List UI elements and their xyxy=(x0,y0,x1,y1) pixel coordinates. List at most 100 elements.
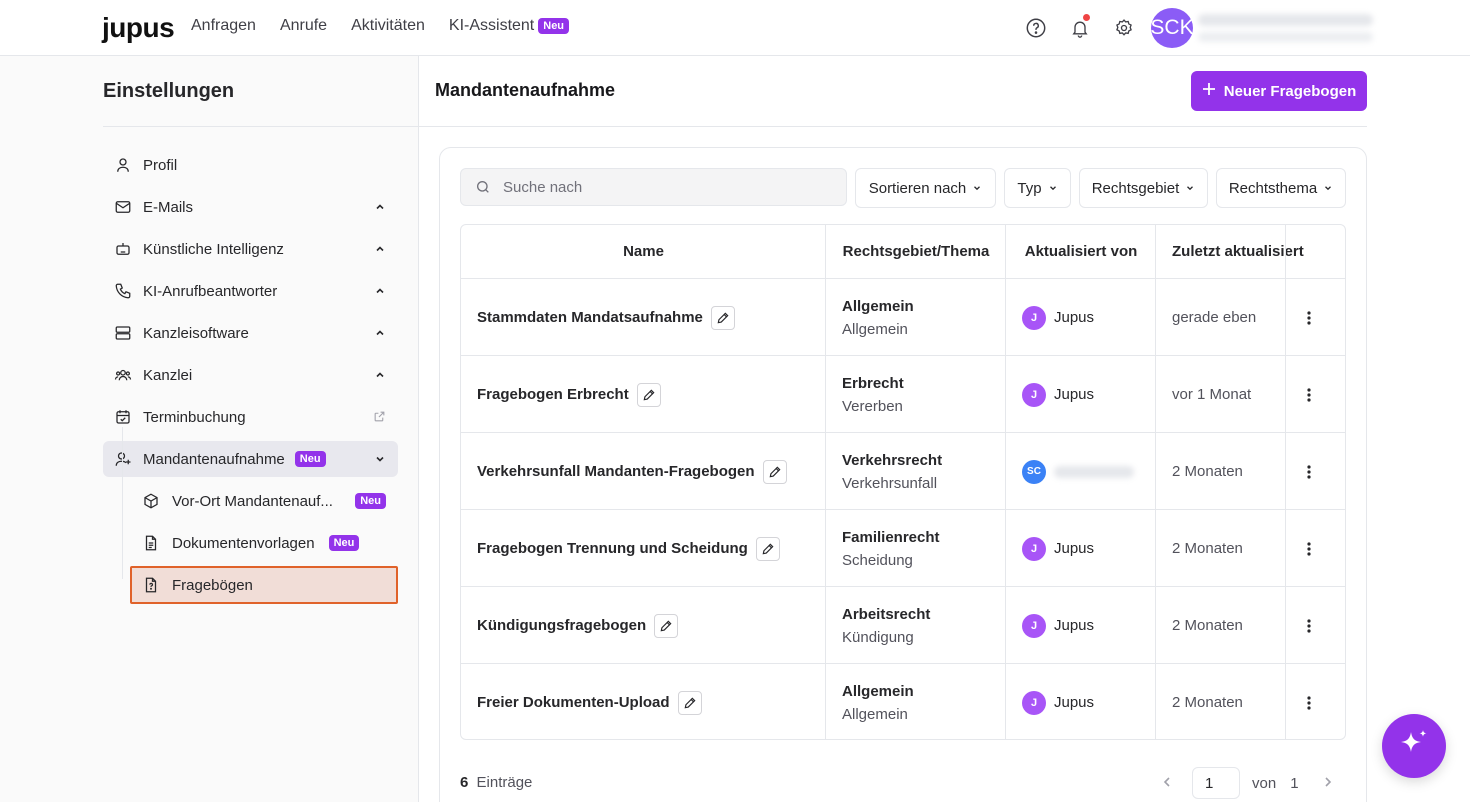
app-logo[interactable]: jupus xyxy=(102,12,175,44)
submenu-guide-line xyxy=(122,427,123,579)
table-row[interactable]: Kündigungsfragebogen Arbeitsrecht Kündig… xyxy=(461,587,1345,664)
sidebar-item-ki-anrufbeantworter[interactable]: KI-Anrufbeantworter xyxy=(103,273,398,309)
legal-topic-dropdown[interactable]: Rechtsthema xyxy=(1216,168,1346,208)
search-field[interactable] xyxy=(460,168,847,206)
sidebar-item-terminbuchung[interactable]: Terminbuchung xyxy=(103,399,398,435)
more-icon[interactable] xyxy=(1307,433,1311,510)
updated-time: 2 Monaten xyxy=(1172,617,1243,634)
sidebar-item-label: Kanzleisoftware xyxy=(143,324,249,342)
search-input[interactable] xyxy=(503,178,823,196)
updated-cell: 2 Monaten xyxy=(1172,664,1243,739)
chevron-left-icon[interactable] xyxy=(1162,775,1172,792)
bell-icon[interactable] xyxy=(1068,14,1092,40)
chevron-up-icon[interactable] xyxy=(374,326,386,343)
new-questionnaire-label: Neuer Fragebogen xyxy=(1223,82,1357,100)
new-badge: Neu xyxy=(294,451,326,467)
more-icon[interactable] xyxy=(1307,279,1311,356)
updated-cell: 2 Monaten xyxy=(1172,587,1243,664)
chevron-up-icon[interactable] xyxy=(374,368,386,385)
table-row[interactable]: Fragebogen Erbrecht Erbrecht Vererben J … xyxy=(461,356,1345,433)
chevron-down-icon[interactable] xyxy=(374,452,386,469)
more-icon[interactable] xyxy=(1307,664,1311,739)
column-header-area[interactable]: Rechtsgebiet/Thema xyxy=(826,225,1006,278)
sidebar-item-emails[interactable]: E-Mails xyxy=(103,189,398,225)
sidebar-subitem-vor-ort[interactable]: Vor-Ort Mandantenauf... Neu xyxy=(130,483,398,519)
page-input[interactable]: 1 xyxy=(1192,767,1240,799)
questionnaire-name[interactable]: Stammdaten Mandatsaufnahme xyxy=(477,309,703,326)
table-row[interactable]: Verkehrsunfall Mandanten-Fragebogen Verk… xyxy=(461,433,1345,510)
help-icon[interactable] xyxy=(1024,16,1048,40)
table-row[interactable]: Freier Dokumenten-Upload Allgemein Allge… xyxy=(461,664,1345,739)
nav-anrufe[interactable]: Anrufe xyxy=(280,17,327,35)
new-questionnaire-button[interactable]: Neuer Fragebogen xyxy=(1191,71,1367,111)
user-avatar[interactable]: SCK xyxy=(1150,8,1194,48)
pencil-icon[interactable] xyxy=(762,459,787,484)
legal-area: Arbeitsrecht xyxy=(842,605,931,623)
more-icon[interactable] xyxy=(1307,587,1311,664)
legal-topic: Verkehrsunfall xyxy=(842,474,938,492)
pencil-icon[interactable] xyxy=(636,382,661,407)
pencil-icon[interactable] xyxy=(755,536,780,561)
area-cell: Familienrecht Scheidung xyxy=(842,510,940,587)
pagination: 1 von 1 xyxy=(1162,767,1333,799)
nav-aktivitaeten[interactable]: Aktivitäten xyxy=(351,17,425,35)
user-name: Jupus xyxy=(1054,694,1095,711)
sidebar-item-mandantenaufnahme[interactable]: Mandantenaufnahme Neu xyxy=(103,441,398,477)
nav-anfragen[interactable]: Anfragen xyxy=(191,17,256,35)
column-header-updated-by[interactable]: Aktualisiert von xyxy=(1006,225,1156,278)
sparkle-icon xyxy=(1396,726,1432,766)
legal-topic: Scheidung xyxy=(842,551,913,569)
updated-by-cell: J Jupus xyxy=(1022,510,1094,587)
user-avatar: J xyxy=(1022,613,1046,638)
sort-label: Sortieren nach xyxy=(868,179,967,197)
sort-dropdown[interactable]: Sortieren nach xyxy=(855,168,996,208)
sidebar-subitem-dokumentenvorlagen[interactable]: Dokumentenvorlagen Neu xyxy=(130,525,398,561)
new-badge: Neu xyxy=(328,535,360,551)
legal-area-dropdown[interactable]: Rechtsgebiet xyxy=(1079,168,1208,208)
chevron-up-icon[interactable] xyxy=(374,242,386,259)
column-header-last-updated[interactable]: Zuletzt aktualisiert xyxy=(1172,225,1332,278)
questionnaire-table: Name Rechtsgebiet/Thema Aktualisiert von… xyxy=(460,224,1346,740)
questionnaire-name[interactable]: Fragebogen Trennung und Scheidung xyxy=(477,540,748,557)
area-cell: Allgemein Allgemein xyxy=(842,664,914,739)
name-cell: Stammdaten Mandatsaufnahme xyxy=(477,279,735,356)
ai-assistant-fab[interactable] xyxy=(1382,714,1446,778)
divider xyxy=(419,126,1367,127)
calendar-check-icon xyxy=(103,408,143,426)
sidebar-item-profil[interactable]: Profil xyxy=(103,147,398,183)
questionnaire-name[interactable]: Fragebogen Erbrecht xyxy=(477,386,629,403)
chevron-right-icon[interactable] xyxy=(1323,775,1333,792)
nav-ki-assistent-label: KI-Assistent xyxy=(448,17,535,34)
user-avatar: SC xyxy=(1022,459,1046,484)
user-avatar: J xyxy=(1022,536,1046,561)
table-row[interactable]: Stammdaten Mandatsaufnahme Allgemein All… xyxy=(461,279,1345,356)
sidebar-item-kanzlei[interactable]: Kanzlei xyxy=(103,357,398,393)
more-icon[interactable] xyxy=(1307,510,1311,587)
top-navigation: jupus Anfragen Anrufe Aktivitäten KI-Ass… xyxy=(0,0,1470,56)
pencil-icon[interactable] xyxy=(710,305,735,330)
legal-topic-label: Rechtsthema xyxy=(1228,179,1318,197)
pencil-icon[interactable] xyxy=(654,613,679,638)
box-icon xyxy=(130,492,172,510)
more-icon[interactable] xyxy=(1307,356,1311,433)
user-name: Jupus xyxy=(1054,386,1095,403)
questionnaire-name[interactable]: Freier Dokumenten-Upload xyxy=(477,694,670,711)
chevron-up-icon[interactable] xyxy=(374,200,386,217)
gear-icon[interactable] xyxy=(1112,16,1136,40)
table-row[interactable]: Fragebogen Trennung und Scheidung Famili… xyxy=(461,510,1345,587)
type-dropdown[interactable]: Typ xyxy=(1004,168,1071,208)
updated-by-cell: J Jupus xyxy=(1022,664,1095,739)
questionnaire-name[interactable]: Kündigungsfragebogen xyxy=(477,617,646,634)
updated-cell: 2 Monaten xyxy=(1172,510,1243,587)
nav-ki-assistent[interactable]: KI-Assistent Neu xyxy=(448,17,570,35)
sidebar-subitem-frageboegen[interactable]: Fragebögen xyxy=(130,566,398,604)
column-header-name[interactable]: Name xyxy=(461,225,826,278)
sidebar-item-kanzleisoftware[interactable]: Kanzleisoftware xyxy=(103,315,398,351)
pencil-icon[interactable] xyxy=(677,690,702,715)
questionnaire-name[interactable]: Verkehrsunfall Mandanten-Fragebogen xyxy=(477,463,755,480)
sidebar-item-label: Terminbuchung xyxy=(143,408,246,426)
name-cell: Fragebogen Erbrecht xyxy=(477,356,661,433)
legal-topic: Vererben xyxy=(842,397,903,415)
sidebar-item-ki[interactable]: Künstliche Intelligenz xyxy=(103,231,398,267)
chevron-up-icon[interactable] xyxy=(374,284,386,301)
